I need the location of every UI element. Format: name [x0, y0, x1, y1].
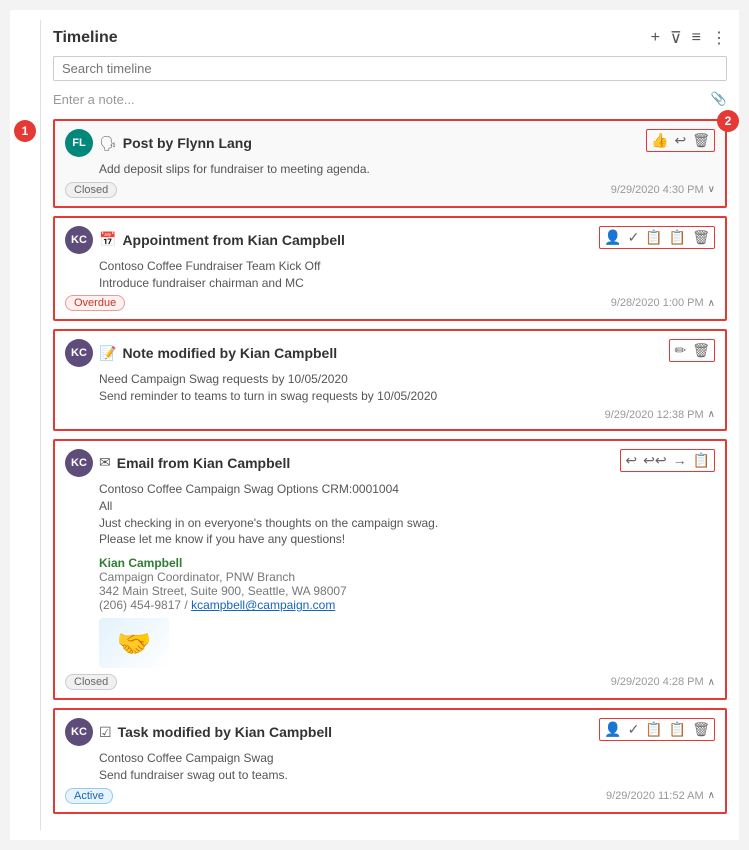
timeline-item-note: KC 📝 Note modified by Kian Campbell ✏ 🗑 …: [53, 329, 727, 431]
sig-email-link[interactable]: kcampbell@campaign.com: [191, 598, 335, 612]
sig-name: Kian Campbell: [99, 556, 715, 570]
post-status: Closed: [65, 182, 117, 198]
note-icon: 📝: [99, 345, 116, 362]
like-button[interactable]: 👍: [651, 132, 668, 149]
note-expand[interactable]: ∧: [708, 409, 715, 420]
appointment-expand[interactable]: ∧: [708, 298, 715, 309]
appointment-title: Appointment from Kian Campbell: [122, 232, 344, 248]
appointment-icon: 📅: [99, 231, 116, 248]
timeline-header: Timeline + ⊽ ≡ ⋮: [53, 28, 727, 48]
task-status: Active: [65, 788, 113, 804]
reply-button[interactable]: ↩: [674, 132, 686, 149]
delete-button[interactable]: 🗑: [692, 342, 710, 359]
email-expand[interactable]: ∧: [708, 677, 715, 688]
sort-icon[interactable]: ≡: [692, 29, 701, 47]
avatar-kc-task: KC: [65, 718, 93, 746]
timeline-item-post: FL 🗣 Post by Flynn Lang 👍 ↩ 🗑 Add deposi…: [53, 119, 727, 208]
task-title: Task modified by Kian Campbell: [118, 724, 332, 740]
email-signature: Kian Campbell Campaign Coordinator, PNW …: [99, 556, 715, 612]
sig-contact: (206) 454-9817 / kcampbell@campaign.com: [99, 598, 715, 612]
delete-button[interactable]: 🗑: [692, 229, 710, 246]
view-button[interactable]: 📋: [669, 229, 686, 246]
reply-all-button[interactable]: ↩↩: [643, 452, 666, 469]
note-actions: ✏ 🗑: [669, 339, 715, 362]
more-icon[interactable]: ⋮: [711, 28, 727, 48]
search-input[interactable]: [53, 56, 727, 81]
marker-right: 2: [717, 110, 739, 132]
sig-address: 342 Main Street, Suite 900, Seattle, WA …: [99, 584, 715, 598]
view-button[interactable]: 📋: [669, 721, 686, 738]
avatar-fl: FL: [65, 129, 93, 157]
complete-button[interactable]: ✓: [628, 721, 640, 738]
timeline-item-email: KC ✉ Email from Kian Campbell ↩ ↩↩ → 📋 C…: [53, 439, 727, 700]
email-timestamp: 9/29/2020 4:28 PM ∧: [611, 676, 715, 688]
appointment-status: Overdue: [65, 295, 125, 311]
view-button[interactable]: 📋: [693, 452, 710, 469]
delete-button[interactable]: 🗑: [692, 721, 710, 738]
note-body: Need Campaign Swag requests by 10/05/202…: [99, 371, 715, 405]
email-actions: ↩ ↩↩ → 📋: [620, 449, 715, 472]
forward-button[interactable]: →: [673, 452, 687, 468]
copy-button[interactable]: 📋: [645, 721, 662, 738]
appointment-actions: 👤 ✓ 📋 📋 🗑: [599, 226, 715, 249]
complete-button[interactable]: ✓: [628, 229, 640, 246]
timeline-title: Timeline: [53, 29, 118, 47]
avatar-kc-note: KC: [65, 339, 93, 367]
appointment-timestamp: 9/28/2020 1:00 PM ∧: [611, 297, 715, 309]
attach-icon[interactable]: 📎: [711, 91, 727, 107]
assign-button[interactable]: 👤: [604, 229, 621, 246]
timeline-item-appointment: KC 📅 Appointment from Kian Campbell 👤 ✓ …: [53, 216, 727, 322]
task-actions: 👤 ✓ 📋 📋 🗑: [599, 718, 715, 741]
task-timestamp: 9/29/2020 11:52 AM ∧: [606, 790, 715, 802]
note-placeholder[interactable]: Enter a note...: [53, 92, 135, 107]
post-icon: 🗣: [99, 135, 117, 152]
note-timestamp: 9/29/2020 12:38 PM ∧: [605, 409, 715, 421]
appointment-body: Contoso Coffee Fundraiser Team Kick OffI…: [99, 258, 715, 292]
post-body: Add deposit slips for fundraiser to meet…: [99, 161, 715, 178]
header-actions: + ⊽ ≡ ⋮: [651, 28, 727, 48]
delete-button[interactable]: 🗑: [692, 132, 710, 149]
task-body: Contoso Coffee Campaign SwagSend fundrai…: [99, 750, 715, 784]
task-expand[interactable]: ∧: [708, 790, 715, 801]
avatar-kc-appointment: KC: [65, 226, 93, 254]
email-icon: ✉: [99, 454, 111, 471]
email-status: Closed: [65, 674, 117, 690]
note-title: Note modified by Kian Campbell: [122, 345, 337, 361]
reply-button[interactable]: ↩: [625, 452, 637, 469]
email-image: 🤝: [99, 618, 169, 668]
note-area: Enter a note... 📎: [53, 89, 727, 109]
post-expand[interactable]: ∨: [708, 184, 715, 195]
edit-button[interactable]: ✏: [674, 342, 686, 359]
assign-button[interactable]: 👤: [604, 721, 621, 738]
sig-title: Campaign Coordinator, PNW Branch: [99, 570, 715, 584]
task-icon: ☑: [99, 724, 112, 741]
post-title: Post by Flynn Lang: [123, 135, 252, 151]
add-icon[interactable]: +: [651, 29, 660, 47]
filter-icon[interactable]: ⊽: [670, 28, 682, 48]
post-actions: 👍 ↩ 🗑: [646, 129, 715, 152]
avatar-kc-email: KC: [65, 449, 93, 477]
timeline-item-task: KC ☑ Task modified by Kian Campbell 👤 ✓ …: [53, 708, 727, 814]
marker-left: 1: [14, 120, 36, 142]
email-title: Email from Kian Campbell: [117, 455, 290, 471]
copy-button[interactable]: 📋: [645, 229, 662, 246]
email-body: Contoso Coffee Campaign Swag Options CRM…: [99, 481, 715, 548]
post-timestamp: 9/29/2020 4:30 PM ∨: [611, 184, 715, 196]
marker-right-container: 2: [717, 110, 739, 132]
